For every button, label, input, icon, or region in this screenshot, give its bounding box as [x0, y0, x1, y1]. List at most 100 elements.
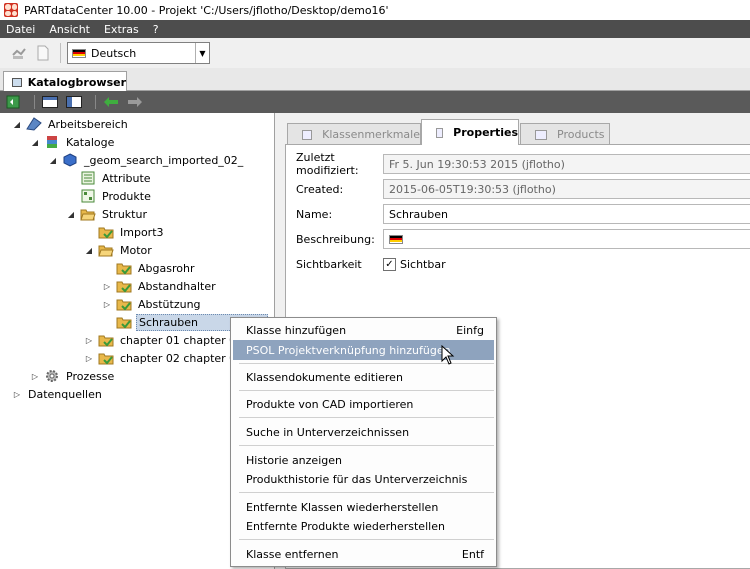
context-menu: Klasse hinzufügen Einfg PSOL Projektverk… [230, 317, 497, 567]
tree-item-struktur[interactable]: ◢ Struktur [66, 205, 149, 223]
menu-item-edit-class-docs[interactable]: Klassendokumente editieren [233, 367, 494, 387]
tree-item-geom-search[interactable]: ◢ _geom_search_imported_02_ [48, 151, 245, 169]
browser-icon [12, 77, 22, 87]
refresh-button[interactable] [4, 94, 22, 110]
shortcut-label: Einfg [456, 323, 484, 337]
toolbar: Deutsch ▼ [0, 38, 750, 68]
folder-icon [98, 351, 114, 366]
collapse-arrow-icon[interactable]: ◢ [30, 137, 40, 147]
catalog-item-icon [62, 153, 78, 168]
table-icon [302, 129, 313, 140]
field-last-modified: Zuletzt modifiziert: [296, 151, 359, 177]
collapse-arrow-icon[interactable]: ◢ [84, 245, 94, 255]
folder-icon [116, 261, 132, 276]
app-logo-icon [4, 3, 18, 17]
collapse-arrow-icon[interactable]: ◢ [12, 119, 22, 129]
tab-products[interactable]: Products [520, 123, 610, 145]
language-select[interactable]: Deutsch ▼ [67, 42, 210, 64]
menu-datei[interactable]: Datei [6, 23, 35, 36]
tab-katalogbrowser[interactable]: Katalogbrowser [3, 71, 127, 92]
mouse-cursor-icon [441, 345, 455, 365]
folder-icon [116, 315, 132, 330]
menu-separator [239, 390, 494, 391]
tree-item-abstandhalter[interactable]: ▷ Abstandhalter [102, 277, 218, 295]
tree-item-chapter-01[interactable]: ▷ chapter 01 chapter 01 [84, 331, 245, 349]
layout-columns-icon [66, 96, 82, 108]
back-button[interactable] [102, 94, 120, 110]
tree-item-chapter-02[interactable]: ▷ chapter 02 chapter 02 [84, 349, 245, 367]
field-name: Name: [296, 207, 333, 221]
expand-arrow-icon[interactable]: ▷ [102, 281, 112, 291]
collapse-arrow-icon[interactable]: ◢ [48, 155, 58, 165]
checkbox-checked-icon[interactable]: ✓ [383, 257, 396, 271]
tree-item-import3[interactable]: Import3 [84, 223, 166, 241]
menu-separator [239, 539, 494, 540]
expand-arrow-icon[interactable]: ▷ [102, 299, 112, 309]
view-toolbar [0, 91, 750, 113]
product-icon [80, 189, 96, 204]
catalog-icon [44, 135, 60, 150]
last-modified-input: Fr 5. Jun 19:30:53 2015 (jflotho) [383, 154, 750, 174]
save-icon [12, 48, 26, 59]
tree-item-abgasrohr[interactable]: Abgasrohr [102, 259, 196, 277]
forward-button[interactable] [126, 94, 144, 110]
tab-klassenmerkmale[interactable]: Klassenmerkmale [287, 123, 421, 145]
menu-item-show-history[interactable]: Historie anzeigen [233, 450, 494, 470]
menu-help[interactable]: ? [153, 23, 159, 36]
field-description: Beschreibung: [296, 232, 375, 246]
folder-open-icon [80, 207, 96, 222]
language-value: Deutsch [91, 46, 137, 60]
folder-icon [116, 297, 132, 312]
chevron-down-icon[interactable]: ▼ [195, 43, 209, 63]
field-visibility: Sichtbarkeit [296, 257, 362, 271]
visibility-checkbox[interactable]: ✓ Sichtbar [383, 254, 446, 274]
title-bar: PARTdataCenter 10.00 - Projekt 'C:/Users… [0, 0, 750, 20]
menu-item-search-subdirs[interactable]: Suche in Unterverzeichnissen [233, 422, 494, 442]
expand-arrow-icon[interactable]: ▷ [84, 353, 94, 363]
menu-extras[interactable]: Extras [104, 23, 139, 36]
tree-item-arbeitsbereich[interactable]: ◢ Arbeitsbereich [12, 115, 130, 133]
folder-icon [98, 225, 114, 240]
menu-item-restore-classes[interactable]: Entfernte Klassen wiederherstellen [233, 497, 494, 517]
description-input[interactable] [383, 229, 750, 249]
expand-arrow-icon[interactable]: ▷ [84, 335, 94, 345]
layout-vertical-button[interactable] [65, 94, 83, 110]
menu-item-remove-class[interactable]: Klasse entfernen Entf [233, 544, 494, 564]
save-button[interactable] [10, 44, 28, 62]
menu-item-product-history[interactable]: Produkthistorie für das Unterverzeichnis [233, 469, 494, 489]
document-icon [37, 45, 49, 61]
menu-item-import-cad[interactable]: Produkte von CAD importieren [233, 394, 494, 414]
tree-item-datenquellen[interactable]: ▷ Datenquellen [12, 385, 104, 403]
expand-arrow-icon[interactable]: ▷ [30, 371, 40, 381]
menu-separator [239, 492, 494, 493]
window-title: PARTdataCenter 10.00 - Projekt 'C:/Users… [24, 3, 389, 17]
new-document-button[interactable] [34, 44, 52, 62]
tree-item-kataloge[interactable]: ◢ Kataloge [30, 133, 116, 151]
tree-item-abstuetzung[interactable]: ▷ Abstützung [102, 295, 203, 313]
tree-item-produkte[interactable]: Produkte [66, 187, 153, 205]
menu-ansicht[interactable]: Ansicht [49, 23, 90, 36]
document-tab-bar: Katalogbrowser [0, 68, 750, 92]
workspace-icon [26, 117, 42, 132]
layout-horizontal-button[interactable] [41, 94, 59, 110]
tab-properties[interactable]: Properties [421, 119, 519, 145]
properties-tab-bar: Klassenmerkmale Properties Products [285, 119, 750, 145]
tree-item-prozesse[interactable]: ▷ Prozesse [30, 367, 116, 385]
attribute-icon [80, 171, 96, 186]
name-input[interactable]: Schrauben [383, 204, 750, 224]
menu-bar: Datei Ansicht Extras ? [0, 20, 750, 38]
created-input: 2015-06-05T19:30:53 (jflotho) [383, 179, 750, 199]
layout-rows-icon [42, 96, 58, 108]
shortcut-label: Entf [461, 547, 484, 561]
tree-item-attribute[interactable]: Attribute [66, 169, 153, 187]
products-icon [535, 129, 547, 140]
view-toolbar-divider [34, 95, 35, 109]
menu-item-restore-products[interactable]: Entfernte Produkte wiederherstellen [233, 516, 494, 536]
arrow-right-icon [128, 97, 142, 107]
expand-arrow-icon[interactable]: ▷ [12, 389, 22, 399]
tree-item-motor[interactable]: ◢ Motor [84, 241, 154, 259]
arrow-left-icon [104, 97, 118, 107]
folder-icon [116, 279, 132, 294]
collapse-arrow-icon[interactable]: ◢ [66, 209, 76, 219]
menu-item-add-class[interactable]: Klasse hinzufügen Einfg [233, 320, 494, 340]
